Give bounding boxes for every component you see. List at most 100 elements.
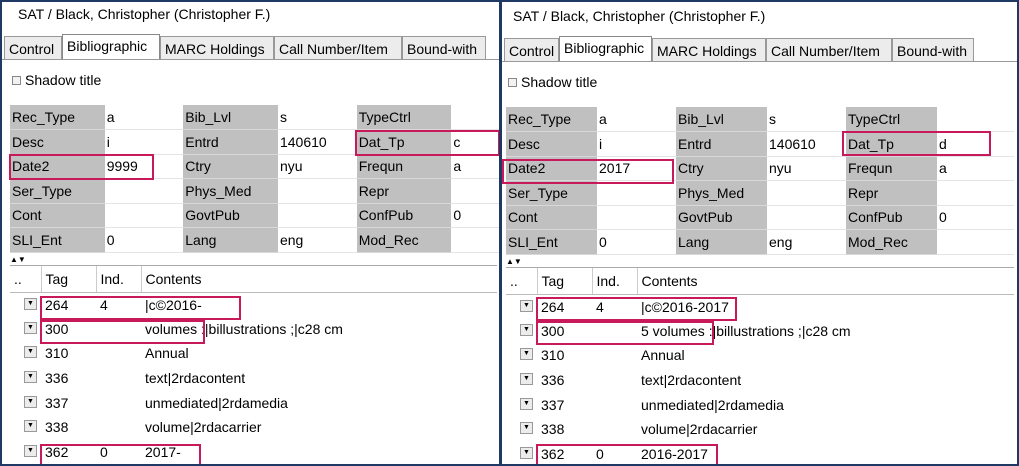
dropdown-arrow-icon[interactable]: ▼ [24,444,37,457]
field-contents[interactable]: text|2rdacontent [637,368,1014,393]
checkbox-icon[interactable] [508,77,517,87]
field-tag[interactable]: 337 [41,390,96,415]
field-tag[interactable]: 338 [41,415,96,440]
ff-value-desc[interactable]: i [104,129,184,155]
variable-field-row[interactable]: ▼ 337 unmediated|2rdamedia [10,390,497,415]
tab-bibliographic[interactable]: Bibliographic [559,36,652,62]
variable-field-row[interactable]: ▼ 338 volume|2rdacarrier [506,417,1014,442]
dropdown-arrow-icon[interactable]: ▼ [24,420,37,433]
field-indicator[interactable] [592,392,637,417]
ff-value-entrd[interactable]: 140610 [767,131,846,157]
ff-value-typectrl[interactable] [451,105,499,130]
dropdown-arrow-icon[interactable]: ▼ [24,321,37,334]
ff-value-sli-ent[interactable]: 0 [597,229,676,255]
dropdown-arrow-icon[interactable]: ▼ [520,373,533,386]
splitter-arrows-icon[interactable]: ▲▼ [10,256,40,264]
column-header-ind[interactable]: Ind. [592,268,638,295]
column-header-tag[interactable]: Tag [537,268,593,295]
field-indicator[interactable] [592,368,637,393]
field-tag[interactable]: 336 [537,368,592,393]
field-contents[interactable]: unmediated|2rdamedia [637,392,1014,417]
ff-value-repr[interactable] [937,180,1014,206]
tab-bound-with[interactable]: Bound-with [402,36,486,60]
tab-bibliographic[interactable]: Bibliographic [62,34,160,60]
ff-value-confpub[interactable]: 0 [451,203,499,228]
ff-value-rec-type[interactable]: a [104,105,184,130]
ff-value-mod-rec[interactable] [937,229,1014,255]
column-header-ind[interactable]: Ind. [96,266,142,293]
ff-value-frequn[interactable]: a [937,156,1014,181]
dropdown-arrow-icon[interactable]: ▼ [520,348,533,361]
field-tag[interactable]: 337 [537,392,592,417]
ff-value-entrd[interactable]: 140610 [277,129,357,155]
ff-value-bib-lvl[interactable]: s [277,105,357,130]
column-header-contents[interactable]: Contents [637,268,1014,295]
field-indicator[interactable] [96,390,141,415]
tab-control[interactable]: Control [4,36,62,60]
shadow-title-checkbox[interactable]: Shadow title [12,72,101,88]
ff-value-sli-ent[interactable]: 0 [104,227,184,253]
field-tag[interactable]: 338 [537,417,592,442]
ff-value-desc[interactable]: i [597,131,676,157]
tab-control[interactable]: Control [504,38,559,62]
ff-value-govtpub[interactable] [277,203,357,228]
ff-value-bib-lvl[interactable]: s [767,107,846,132]
tab-call-number-item[interactable]: Call Number/Item [766,38,892,62]
dropdown-arrow-icon[interactable]: ▼ [520,323,533,336]
variable-field-row[interactable]: ▼ 336 text|2rdacontent [506,368,1014,393]
field-indicator[interactable] [592,417,637,442]
ff-value-govtpub[interactable] [767,205,846,230]
field-indicator[interactable] [96,366,141,391]
field-indicator[interactable] [592,343,637,368]
ff-value-lang[interactable]: eng [277,227,357,253]
dropdown-arrow-icon[interactable]: ▼ [24,346,37,359]
dropdown-arrow-icon[interactable]: ▼ [24,395,37,408]
variable-field-row[interactable]: ▼ 338 volume|2rdacarrier [10,415,497,440]
ff-value-confpub[interactable]: 0 [937,205,1014,230]
ff-value-ctry[interactable]: nyu [767,156,846,181]
variable-field-row[interactable]: ▼ 337 unmediated|2rdamedia [506,392,1014,417]
dropdown-arrow-icon[interactable]: ▼ [24,297,37,310]
field-tag[interactable]: 310 [41,341,96,366]
variable-field-row[interactable]: ▼ 310 Annual [506,343,1014,368]
dropdown-arrow-icon[interactable]: ▼ [520,299,533,312]
column-header-menu[interactable]: .. [10,266,42,293]
field-contents[interactable]: volume|2rdacarrier [637,417,1014,442]
ff-value-repr[interactable] [451,178,499,204]
column-header-menu[interactable]: .. [506,268,538,295]
ff-value-phys-med[interactable] [277,178,357,204]
column-header-tag[interactable]: Tag [41,266,97,293]
field-tag[interactable]: 336 [41,366,96,391]
field-contents[interactable]: Annual [141,341,497,366]
tab-call-number-item[interactable]: Call Number/Item [274,36,402,60]
ff-value-phys-med[interactable] [767,180,846,206]
field-contents[interactable]: unmediated|2rdamedia [141,390,497,415]
ff-value-typectrl[interactable] [937,107,1014,132]
shadow-title-checkbox[interactable]: Shadow title [508,74,597,90]
variable-field-row[interactable]: ▼ 310 Annual [10,341,497,366]
field-contents[interactable]: Annual [637,343,1014,368]
ff-value-cont[interactable] [104,203,184,228]
ff-value-ser-type[interactable] [597,180,676,206]
dropdown-arrow-icon[interactable]: ▼ [24,371,37,384]
ff-value-mod-rec[interactable] [451,227,499,253]
field-indicator[interactable] [96,415,141,440]
ff-value-cont[interactable] [597,205,676,230]
ff-value-lang[interactable]: eng [767,229,846,255]
ff-value-ser-type[interactable] [104,178,184,204]
dropdown-arrow-icon[interactable]: ▼ [520,446,533,459]
field-contents[interactable]: volume|2rdacarrier [141,415,497,440]
field-indicator[interactable] [96,341,141,366]
tab-marc-holdings[interactable]: MARC Holdings [652,38,766,62]
ff-value-frequn[interactable]: a [451,154,499,179]
tab-bound-with[interactable]: Bound-with [892,38,974,62]
tab-marc-holdings[interactable]: MARC Holdings [160,36,274,60]
splitter-arrows-icon[interactable]: ▲▼ [506,258,536,266]
checkbox-icon[interactable] [12,75,21,85]
dropdown-arrow-icon[interactable]: ▼ [520,422,533,435]
field-contents[interactable]: text|2rdacontent [141,366,497,391]
ff-value-ctry[interactable]: nyu [277,154,357,179]
ff-value-rec-type[interactable]: a [597,107,676,132]
column-header-contents[interactable]: Contents [141,266,497,293]
dropdown-arrow-icon[interactable]: ▼ [520,397,533,410]
